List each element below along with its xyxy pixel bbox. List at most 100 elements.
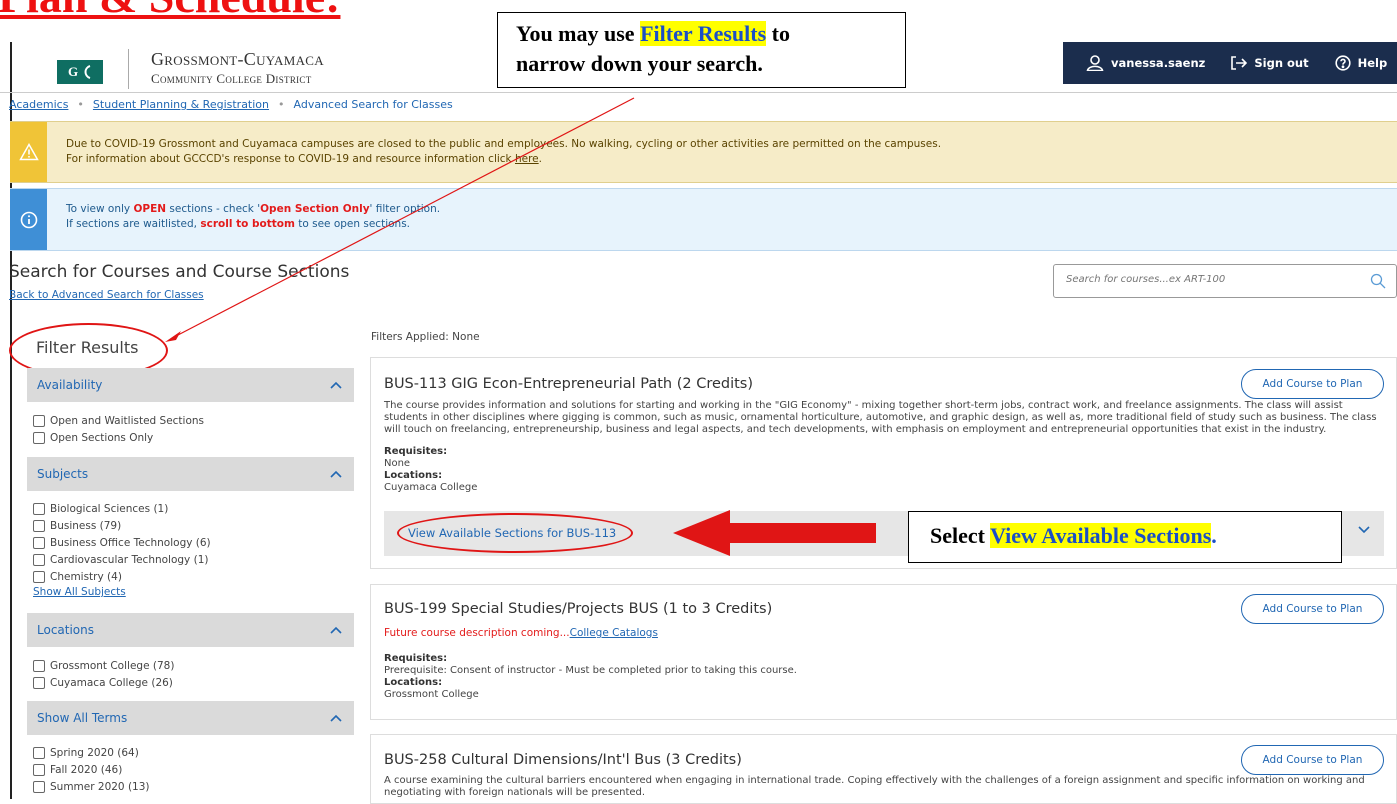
show-all-subjects-link[interactable]: Show All Subjects [33,586,126,598]
add-course-to-plan-button[interactable]: Add Course to Plan [1241,745,1384,775]
chevron-up-icon [330,470,342,478]
checkbox[interactable] [33,571,45,583]
add-course-to-plan-button[interactable]: Add Course to Plan [1241,594,1384,624]
help-link[interactable]: Help [1334,55,1388,71]
warning-line-1: Due to COVID-19 Grossmont and Cuyamaca c… [66,138,942,150]
filter-option[interactable]: Spring 2020 (64) [33,747,139,759]
breadcrumb-academics[interactable]: Academics [9,98,68,111]
filter-option[interactable]: Chemistry (4) [33,571,122,583]
filter-option-label: Open Sections Only [50,432,154,444]
user-icon [1086,55,1104,71]
college-logo[interactable]: G [57,60,103,84]
checkbox[interactable] [33,660,45,672]
description-line: students in other disciplines where gigg… [384,412,1377,423]
location-value: Grossmont College [384,689,479,700]
document-title: Plan & Schedule: [0,0,340,23]
course-description: A course examining the cultural barriers… [384,775,1384,799]
callout-highlight: Filter Results [640,21,767,46]
breadcrumb-student-planning[interactable]: Student Planning & Registration [93,98,269,111]
filter-header-label: Availability [37,378,103,392]
filters-applied: Filters Applied: None [371,331,480,343]
sign-out-label: Sign out [1254,56,1309,70]
filter-results-title: Filter Results [36,338,139,357]
info-text: ' filter option. [369,203,441,215]
filter-header-locations[interactable]: Locations [27,613,354,647]
callout-text: narrow down your search. [516,51,763,76]
info-text: sections - check ' [166,203,261,215]
covid-info-link[interactable]: here [515,153,539,165]
description-line: negotiating with foreign nationals will … [384,787,646,798]
filter-option-label: Spring 2020 (64) [50,747,139,759]
checkbox[interactable] [33,677,45,689]
filter-option[interactable]: Fall 2020 (46) [33,764,122,776]
checkbox[interactable] [33,764,45,776]
username: vanessa.saenz [1111,56,1206,70]
requisites-value: None [384,458,411,469]
location-value: Cuyamaca College [384,482,478,493]
filter-option-label: Cardiovascular Technology (1) [50,554,209,566]
add-course-to-plan-button[interactable]: Add Course to Plan [1241,369,1384,399]
filter-option[interactable]: Open Sections Only [33,432,153,444]
description-line: will touch on freelancing, entrepreneurs… [384,424,1327,435]
search-icon[interactable] [1370,273,1386,289]
filter-results-callout: You may use Filter Results to narrow dow… [497,12,906,88]
filter-option-label: Open and Waitlisted Sections [50,415,205,427]
checkbox[interactable] [33,747,45,759]
filter-option[interactable]: Biological Sciences (1) [33,503,168,515]
course-search-box [1053,264,1397,298]
chevron-up-icon [330,714,342,722]
warning-text: For information about GCCCD's response t… [66,153,515,165]
info-line-1: To view only OPEN sections - check 'Open… [66,202,440,217]
filter-header-subjects[interactable]: Subjects [27,457,354,491]
description-line: A course examining the cultural barriers… [384,775,1365,786]
checkbox[interactable] [33,554,45,566]
filter-header-terms[interactable]: Show All Terms [27,701,354,735]
chevron-up-icon [330,626,342,634]
filter-option-label: Summer 2020 (13) [50,781,150,793]
filter-option[interactable]: Summer 2020 (13) [33,781,150,793]
back-to-advanced-search-link[interactable]: Back to Advanced Search for Classes [9,289,204,301]
checkbox[interactable] [33,415,45,427]
filter-option[interactable]: Cuyamaca College (26) [33,677,173,689]
logo-letter: G [67,64,79,79]
header-divider [0,92,1397,93]
callout-text: Select [930,523,991,548]
callout-text: You may use [516,21,641,46]
course-meta: Requisites: None Locations: Cuyamaca Col… [384,446,477,494]
requisites-label: Requisites: [384,653,448,664]
filter-option[interactable]: Cardiovascular Technology (1) [33,554,208,566]
chevron-down-icon[interactable] [1358,526,1370,534]
filter-header-label: Show All Terms [37,711,128,725]
checkbox[interactable] [33,781,45,793]
help-label: Help [1357,56,1388,70]
filter-option[interactable]: Grossmont College (78) [33,660,174,672]
course-title: BUS-113 GIG Econ-Entrepreneurial Path (2… [384,376,754,392]
user-menu[interactable]: vanessa.saenz [1086,55,1205,71]
filter-option[interactable]: Business (79) [33,520,121,532]
requisites-label: Requisites: [384,446,448,457]
sign-out-link[interactable]: Sign out [1231,56,1309,70]
checkbox[interactable] [33,537,45,549]
checkbox[interactable] [33,503,45,515]
course-search-input[interactable] [1064,273,1348,286]
checkbox[interactable] [33,520,45,532]
breadcrumb: Academics • Student Planning & Registratio… [9,98,453,111]
page-title: Search for Courses and Course Sections [9,262,350,282]
college-catalogs-link[interactable]: College Catalogs [570,627,658,639]
warning-strip [10,122,47,182]
callout-text: to [766,21,790,46]
requisites-value: Prerequisite: Consent of instructor - Mu… [384,665,797,676]
filter-option-label: Chemistry (4) [50,571,122,583]
breadcrumb-separator: • [77,98,84,111]
user-bar: vanessa.saenz Sign out Help [1063,42,1397,84]
filter-option-label: Business Office Technology (6) [50,537,211,549]
filter-header-label: Subjects [37,467,89,481]
checkbox[interactable] [33,432,45,444]
filter-header-availability[interactable]: Availability [27,368,354,402]
course-title: BUS-199 Special Studies/Projects BUS (1 … [384,601,773,617]
filter-option[interactable]: Open and Waitlisted Sections [33,415,204,427]
future-text: Future course description coming... [384,627,570,639]
breadcrumb-separator: • [278,98,285,111]
annotation-arrowhead [165,331,181,342]
filter-option[interactable]: Business Office Technology (6) [33,537,211,549]
